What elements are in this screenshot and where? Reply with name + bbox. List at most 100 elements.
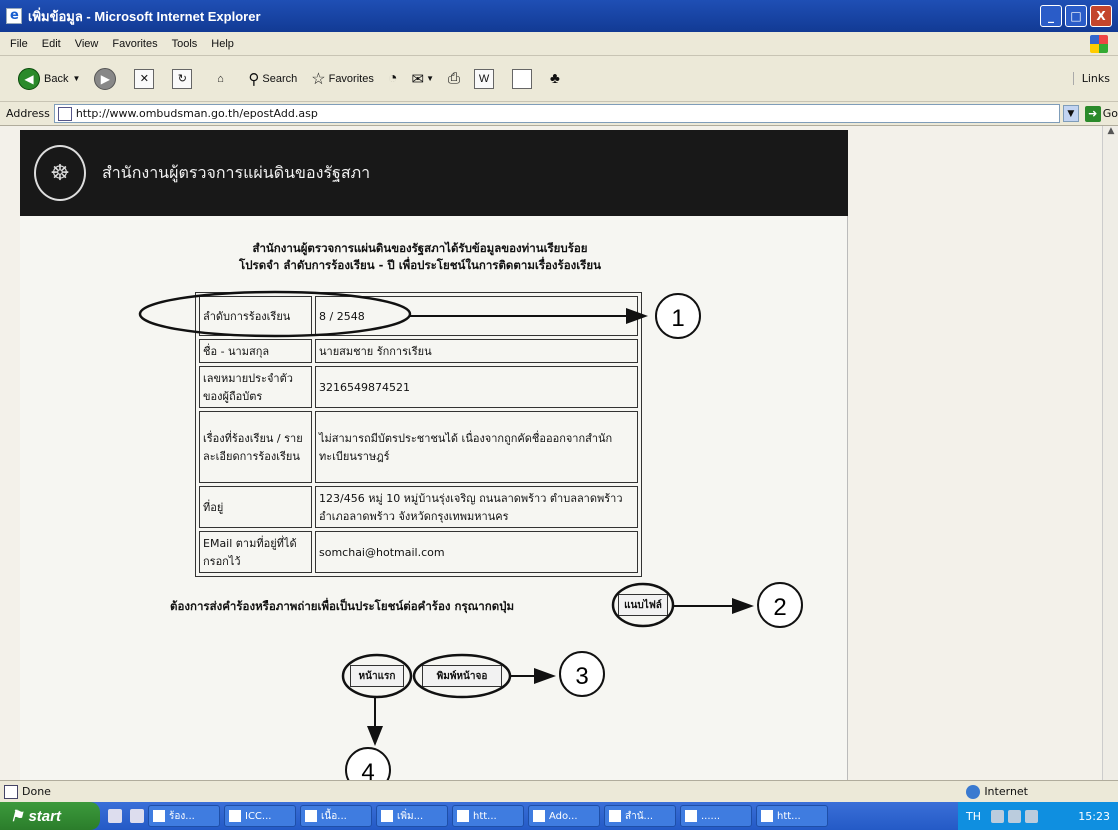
page-viewport: ☸ สำนักงานผู้ตรวจการแผ่นดินของรัฐสภา สำน… — [0, 126, 1102, 780]
window-title-bar[interactable]: เพิ่มข้อมูล - Microsoft Internet Explore… — [0, 0, 1118, 32]
discuss-button[interactable] — [512, 68, 536, 89]
system-tray: TH 15:23 — [958, 802, 1118, 830]
toolbar: ◀ Back ▼ ▶ ✕ ↻ ⌂ ⚲ Search ☆ Favorites ◔ … — [0, 56, 1118, 102]
mail-icon: ✉ — [411, 70, 425, 88]
go-arrow-icon: ➜ — [1084, 105, 1101, 122]
refresh-icon: ↻ — [172, 68, 193, 89]
window-controls: _ □ X — [1040, 5, 1112, 27]
window-icon — [229, 810, 241, 822]
edit-button[interactable]: W — [474, 68, 498, 89]
scroll-up-icon[interactable]: ▲ — [1103, 126, 1118, 142]
favorites-button[interactable]: ☆ Favorites — [311, 69, 374, 89]
annotation-overlay: 1 2 3 4 — [138, 290, 803, 780]
address-bar: Address http://www.ombudsman.go.th/epost… — [0, 102, 1118, 126]
taskbar-item[interactable]: ICC... — [224, 805, 296, 827]
home-toolbar-button[interactable]: ⌂ — [210, 69, 234, 89]
annotation-ellipse — [412, 653, 512, 699]
ie-icon — [6, 8, 22, 24]
menu-favorites[interactable]: Favorites — [112, 38, 157, 50]
address-url: http://www.ombudsman.go.th/epostAdd.asp — [75, 107, 318, 120]
refresh-button[interactable]: ↻ — [172, 68, 196, 89]
edit-icon: W — [474, 68, 495, 89]
window-icon — [457, 810, 469, 822]
tray-icon[interactable] — [991, 809, 1004, 823]
quicklaunch-ie-icon[interactable] — [108, 809, 122, 823]
window-icon — [381, 810, 393, 822]
history-button[interactable]: ◔ — [388, 70, 398, 88]
annotation-ellipse — [611, 582, 675, 628]
close-button[interactable]: X — [1090, 5, 1112, 27]
annotation-ellipse — [138, 290, 412, 338]
address-dropdown-button[interactable]: ▼ — [1062, 105, 1079, 122]
back-arrow-icon: ◀ — [18, 67, 40, 90]
taskbar-item[interactable]: เพิ่ม... — [376, 805, 448, 827]
taskbar-item[interactable]: ...... — [680, 805, 752, 827]
vertical-scrollbar[interactable]: ▲ — [1102, 126, 1118, 780]
menu-file[interactable]: File — [10, 38, 28, 50]
window-icon — [685, 810, 697, 822]
zone-label: Internet — [984, 785, 1028, 798]
taskbar-item[interactable]: เนื้อ... — [300, 805, 372, 827]
forward-arrow-icon: ▶ — [94, 67, 117, 90]
home-icon: ⌂ — [217, 72, 224, 85]
arrowhead — [367, 726, 383, 746]
window-icon — [305, 810, 317, 822]
menu-edit[interactable]: Edit — [42, 38, 61, 50]
annotation-number: 1 — [671, 305, 684, 332]
stop-button[interactable]: ✕ — [134, 68, 158, 89]
annotation-number: 2 — [773, 594, 786, 621]
annotation-number: 3 — [575, 663, 588, 690]
arrowhead — [534, 668, 556, 684]
taskbar-item[interactable]: htt... — [452, 805, 524, 827]
clock: 15:23 — [1078, 809, 1110, 823]
window-icon — [761, 810, 773, 822]
menu-bar: File Edit View Favorites Tools Help — [0, 32, 1118, 56]
taskbar: ⚑ start ร้อง... ICC... เนื้อ... เพิ่ม...… — [0, 802, 1118, 830]
search-icon: ⚲ — [248, 70, 260, 88]
tray-icon[interactable] — [1008, 809, 1021, 823]
back-button[interactable]: ◀ Back ▼ — [18, 67, 80, 90]
menu-help[interactable]: Help — [211, 38, 234, 50]
mail-button[interactable]: ✉ ▼ — [412, 70, 435, 88]
discuss-icon — [512, 68, 533, 89]
taskbar-item[interactable]: Ado... — [528, 805, 600, 827]
window-icon — [153, 810, 165, 822]
taskbar-item[interactable]: htt... — [756, 805, 828, 827]
arrowhead — [732, 598, 754, 614]
forward-button[interactable]: ▶ — [94, 67, 120, 90]
start-button[interactable]: ⚑ start — [0, 802, 100, 830]
chevron-down-icon[interactable]: ▼ — [72, 74, 80, 83]
quicklaunch-desktop-icon[interactable] — [130, 809, 144, 823]
taskbar-item[interactable]: ร้อง... — [148, 805, 220, 827]
window-icon — [609, 810, 621, 822]
favorites-label: Favorites — [328, 72, 374, 85]
page-status-icon — [4, 784, 18, 799]
maximize-button[interactable]: □ — [1065, 5, 1087, 27]
history-icon: ◔ — [387, 69, 398, 87]
security-zone: Internet — [966, 784, 1028, 799]
messenger-button[interactable]: ♣ — [550, 70, 560, 87]
tray-icon[interactable] — [1025, 809, 1038, 823]
go-button[interactable]: ➜ Go — [1084, 105, 1118, 122]
stop-icon: ✕ — [134, 68, 155, 89]
status-bar: Done Internet — [0, 780, 1118, 802]
search-button[interactable]: ⚲ Search — [248, 70, 297, 88]
page-icon — [57, 106, 72, 121]
menu-view[interactable]: View — [75, 38, 99, 50]
language-indicator[interactable]: TH — [966, 810, 981, 823]
chevron-down-icon: ▼ — [426, 74, 435, 83]
star-icon: ☆ — [311, 70, 326, 88]
minimize-button[interactable]: _ — [1040, 5, 1062, 27]
taskbar-item[interactable]: สำนั... — [604, 805, 676, 827]
print-toolbar-button[interactable]: ⎙ — [448, 70, 460, 87]
messenger-icon: ♣ — [550, 70, 560, 87]
web-page: ☸ สำนักงานผู้ตรวจการแผ่นดินของรัฐสภา สำน… — [20, 130, 848, 780]
status-text: Done — [22, 785, 51, 798]
start-label: start — [28, 807, 61, 825]
address-input[interactable]: http://www.ombudsman.go.th/epostAdd.asp — [53, 104, 1060, 123]
window-title: เพิ่มข้อมูล - Microsoft Internet Explore… — [28, 8, 261, 24]
windows-flag-icon: ⚑ — [10, 808, 24, 825]
links-bar[interactable]: Links — [1072, 72, 1110, 85]
menu-tools[interactable]: Tools — [172, 38, 198, 50]
printer-icon: ⎙ — [448, 70, 461, 87]
